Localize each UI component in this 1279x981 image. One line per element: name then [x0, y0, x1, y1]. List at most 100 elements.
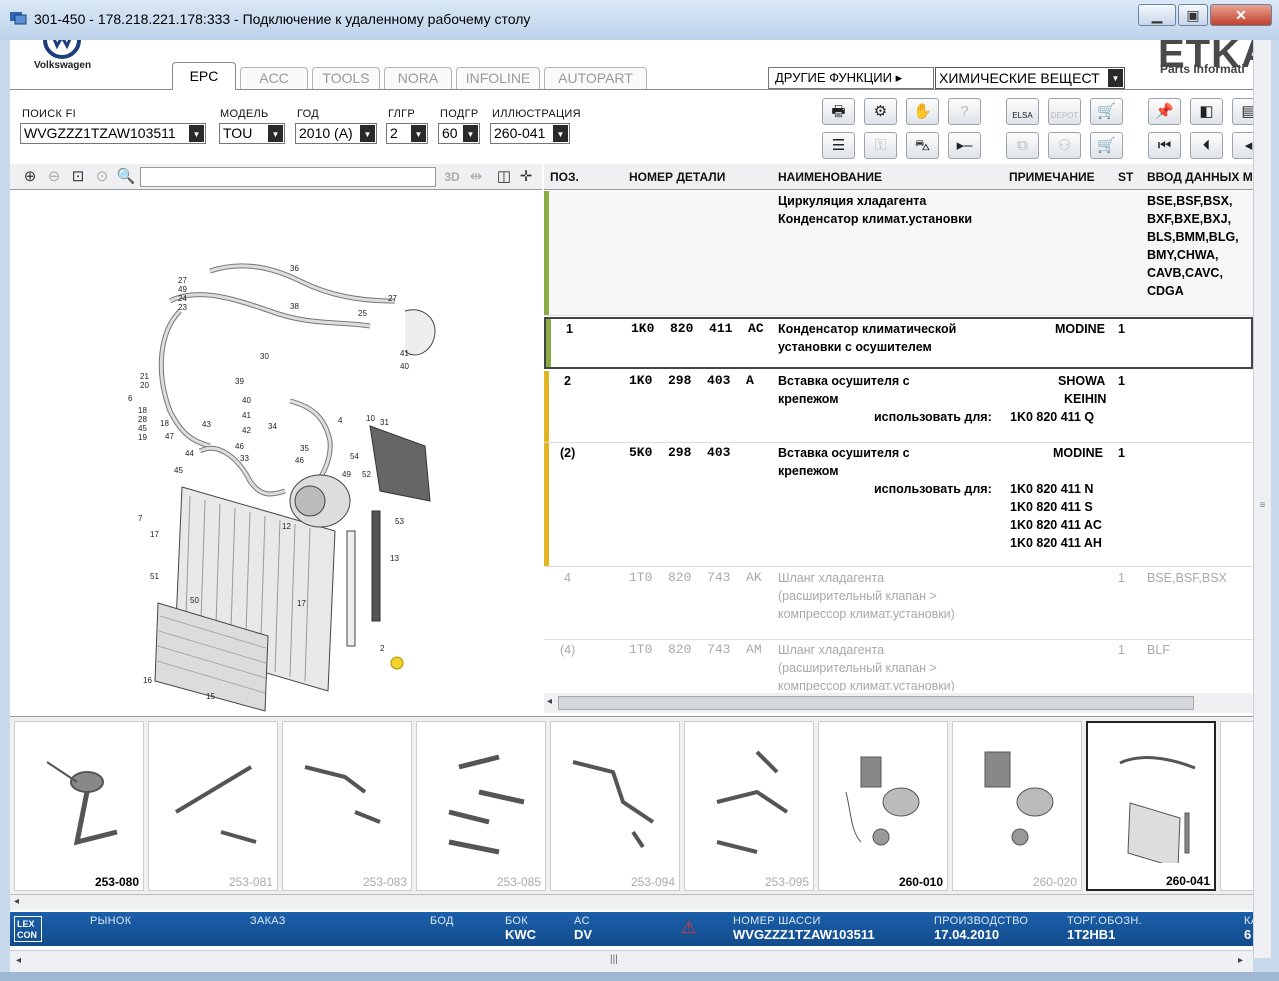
filter-label-illustration: ИЛЛЮСТРАЦИЯ	[492, 108, 581, 120]
split-view-button[interactable]: ◫	[494, 167, 514, 187]
group-name: Циркуляция хладагента	[778, 194, 927, 208]
svg-text:4: 4	[338, 416, 343, 425]
previous-button[interactable]: ⏴	[1190, 132, 1223, 159]
service-button[interactable]: ⚙	[864, 98, 897, 125]
play-minus-button[interactable]: ▸–	[948, 132, 981, 159]
svg-text:45: 45	[138, 424, 147, 433]
scroll-left-icon: ◂	[14, 896, 20, 907]
main-group-select[interactable]: 2 ▼	[386, 123, 428, 144]
cart-add-button[interactable]: 🛒	[1090, 98, 1123, 125]
thumbnail-card[interactable]	[1220, 721, 1253, 891]
first-button[interactable]: ⏮	[1148, 132, 1181, 159]
row-marker	[544, 191, 549, 315]
cart-icon: 🛒	[1097, 103, 1116, 120]
vehicle-button[interactable]: ⛍	[906, 132, 939, 159]
sub-group-select[interactable]: 60 ▼	[438, 123, 480, 144]
handshake-button[interactable]: ✋	[906, 98, 939, 125]
thumbnail-card[interactable]: 253-080	[14, 721, 144, 891]
depot-button[interactable]: DEPOT	[1048, 98, 1081, 125]
tab-infoline[interactable]: INFOLINE	[456, 67, 540, 89]
thumbnail-card[interactable]: 253-081	[148, 721, 278, 891]
part-number-cell: 1K0 820 411 AC	[631, 321, 764, 336]
zoom-100-button[interactable]: ⊙	[92, 167, 112, 187]
book-button[interactable]: ◧	[1190, 98, 1223, 125]
tab-acc[interactable]: ACC	[240, 67, 308, 89]
model-select[interactable]: TOU ▼	[219, 123, 285, 144]
tab-nora[interactable]: NORA	[384, 67, 452, 89]
other-functions-button[interactable]: ДРУГИЕ ФУНКЦИИ ▸	[768, 67, 934, 89]
table-row[interactable]: Циркуляция хладагента Конденсатор климат…	[544, 191, 1253, 316]
condenser-thumbnail-icon	[1119, 756, 1196, 863]
thumbnail-card[interactable]: 260-020	[952, 721, 1082, 891]
elsa-button[interactable]: ELSA	[1006, 98, 1039, 125]
illustration-select[interactable]: 260-041 ▼	[490, 123, 570, 144]
thumbnail-card[interactable]: 253-094	[550, 721, 680, 891]
window-vscrollbar[interactable]: ≡	[1253, 40, 1271, 958]
search-fi-select[interactable]: WVGZZZ1TZAW103511 ▼	[20, 123, 206, 144]
svg-text:46: 46	[235, 442, 244, 451]
note-cell: KEIHIN	[1064, 392, 1107, 406]
move-button[interactable]: ✛	[516, 167, 536, 187]
zoom-out-button[interactable]: ⊖	[44, 167, 64, 187]
table-hscrollbar[interactable]: ◂	[544, 693, 1253, 713]
thumbnail-card[interactable]: 253-085	[416, 721, 546, 891]
scroll-thumb[interactable]	[558, 696, 1194, 710]
table-row[interactable]: (4) 1T0 820 743 AM Шланг хладагента (рас…	[544, 640, 1253, 691]
cart-button[interactable]: 🛒	[1090, 132, 1123, 159]
table-row[interactable]: 2 1K0 298 403 A Вставка осушителя с креп…	[544, 371, 1253, 443]
list-button[interactable]: ☰	[822, 132, 855, 159]
print-button[interactable]: 🖶	[822, 98, 855, 125]
help-button[interactable]: ?	[948, 98, 981, 125]
maximize-button[interactable]: ▣	[1178, 4, 1208, 26]
network-button[interactable]: ⧉	[1006, 132, 1039, 159]
zoom-fit-icon: ⊡	[71, 168, 85, 185]
users-button[interactable]: ⚇	[1048, 132, 1081, 159]
status-bar: LEX CON РЫНОК ЗАКАЗ БОД БОК KWC AC DV ⚠ …	[10, 912, 1253, 946]
back-button[interactable]: ◂	[1232, 132, 1253, 159]
document-button[interactable]: ▤	[1232, 98, 1253, 125]
year-select[interactable]: 2010 (A) ▼	[295, 123, 377, 144]
thumbnails-scrollbar[interactable]: ◂	[10, 894, 1253, 910]
thumbnail-card[interactable]: 253-083	[282, 721, 412, 891]
illustration-search-input[interactable]	[140, 167, 436, 187]
link-button[interactable]: ⇹	[466, 167, 486, 187]
tab-epc[interactable]: EPC	[172, 62, 236, 90]
key-button[interactable]: ⚿	[864, 132, 897, 159]
window-hscrollbar[interactable]: ◂ ||| ▸	[10, 950, 1253, 972]
warning-icon[interactable]: ⚠	[681, 918, 696, 938]
tab-autopart[interactable]: AUTOPART	[544, 67, 647, 89]
thumbnail-card-selected[interactable]: 260-041	[1086, 721, 1216, 891]
3d-button[interactable]: 3D	[442, 167, 462, 187]
use-for-value: 1K0 820 411 AH	[1010, 536, 1102, 550]
table-row[interactable]: 4 1T0 820 743 AK Шланг хладагента (расши…	[544, 568, 1253, 640]
name-cell: установки с осушителем	[778, 340, 932, 354]
minimize-button[interactable]: ▁	[1138, 4, 1176, 26]
thumbnail-card[interactable]: 253-095	[684, 721, 814, 891]
zoom-in-button[interactable]: ⊕	[20, 167, 40, 187]
taskbar	[0, 972, 1279, 981]
exhaust-thumbnail-icon	[174, 765, 257, 844]
network-icon: ⧉	[1017, 137, 1028, 154]
pin-button[interactable]: 📌	[1148, 98, 1181, 125]
search-button[interactable]: 🔍	[116, 167, 136, 187]
maximize-icon: ▣	[1186, 7, 1200, 23]
table-row-selected[interactable]: 1 1K0 820 411 AC Конденсатор климатическ…	[544, 317, 1253, 369]
thumbnail-card[interactable]: 260-010	[818, 721, 948, 891]
callout-marker[interactable]	[390, 656, 404, 670]
etka-subtitle: Parts Informati	[1160, 62, 1245, 76]
table-row[interactable]: (2) 5K0 298 403 Вставка осушителя с креп…	[544, 443, 1253, 567]
other-functions-select[interactable]: ХИМИЧЕСКИЕ ВЕЩЕСТ ▼	[935, 67, 1125, 89]
close-button[interactable]: ✕	[1210, 4, 1272, 26]
illustration-thumbnails: 253-080 253-081 253-083 253-085 253-094 …	[10, 716, 1253, 894]
remote-desktop-icon	[10, 12, 27, 25]
status-value-ka: 6	[1244, 927, 1252, 942]
row-marker	[544, 443, 549, 566]
status-label-ac: AC	[574, 915, 590, 927]
st-cell: 1	[1118, 571, 1125, 585]
svg-text:47: 47	[165, 432, 174, 441]
parts-illustration[interactable]: 27 49 24 23 36 38 25 27 21 20 6 18 28 45 19 30 39 40 4…	[10, 191, 542, 713]
status-label-bod: БОД	[430, 915, 454, 927]
tab-tools[interactable]: TOOLS	[312, 67, 380, 89]
zoom-fit-button[interactable]: ⊡	[68, 167, 88, 187]
row-marker	[546, 319, 551, 367]
